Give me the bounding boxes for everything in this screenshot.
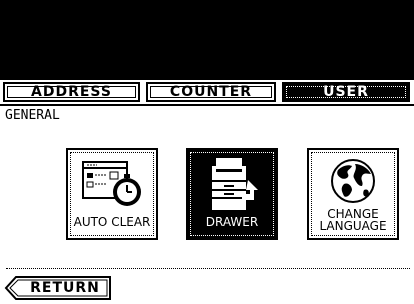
globe-icon — [331, 159, 375, 203]
tab-address-label: ADDRESS — [31, 84, 112, 100]
change-language-button[interactable]: CHANGE LANGUAGE — [307, 148, 399, 240]
drawer-button[interactable]: DRAWER — [186, 148, 278, 240]
tab-user[interactable]: USER — [282, 82, 410, 102]
tab-user-label: USER — [323, 84, 369, 100]
change-language-label-line2: LANGUAGE — [319, 219, 387, 233]
change-language-label: CHANGE LANGUAGE — [309, 208, 397, 232]
tab-address[interactable]: ADDRESS — [3, 82, 140, 102]
auto-clear-label: AUTO CLEAR — [73, 215, 151, 229]
message-area — [0, 0, 414, 80]
auto-clear-button[interactable]: AUTO CLEAR — [66, 148, 158, 240]
footer-divider — [6, 268, 410, 269]
tab-counter[interactable]: COUNTER — [146, 82, 276, 102]
section-title: GENERAL — [5, 108, 60, 123]
return-button[interactable]: RETURN — [4, 276, 112, 300]
return-label: RETURN — [30, 280, 100, 296]
timer-clock-icon — [82, 161, 141, 206]
tab-bar: ADDRESS COUNTER USER — [0, 80, 414, 104]
copier-drawer-icon — [212, 158, 258, 210]
tab-counter-label: COUNTER — [169, 84, 253, 100]
drawer-label: DRAWER — [205, 215, 259, 229]
